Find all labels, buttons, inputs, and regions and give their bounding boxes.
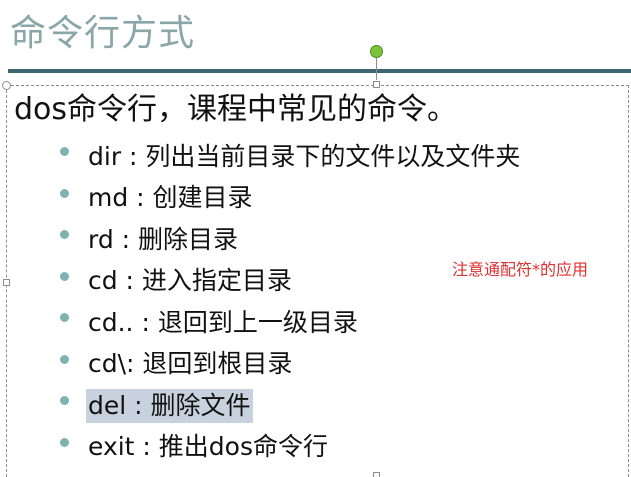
bullet-dot-icon — [60, 354, 69, 364]
list-item[interactable]: dir : 列出当前目录下的文件以及文件夹 — [60, 136, 522, 178]
slide-canvas: 命令行方式 dos命令行，课程中常见的命令。 dir : 列出当前目录下的文件以… — [0, 0, 631, 477]
bullet-text[interactable]: exit : 推出dos命令行 — [86, 430, 330, 464]
bullet-text[interactable]: cd.. : 退回到上一级目录 — [86, 306, 360, 340]
title-divider — [8, 69, 631, 73]
bullet-text[interactable]: md : 创建目录 — [86, 181, 255, 215]
list-item[interactable]: cd\: 退回到根目录 — [60, 344, 522, 386]
bullet-text[interactable]: dir : 列出当前目录下的文件以及文件夹 — [86, 140, 522, 174]
resize-handle-icon[interactable] — [2, 81, 11, 90]
list-item[interactable]: md : 创建目录 — [60, 178, 522, 220]
resize-handle-icon[interactable] — [373, 81, 380, 88]
resize-handle-icon[interactable] — [373, 472, 380, 477]
list-item[interactable]: rd : 删除目录 — [60, 219, 522, 261]
bullet-text[interactable]: rd : 删除目录 — [86, 223, 240, 257]
bullet-list: dir : 列出当前目录下的文件以及文件夹 md : 创建目录 rd : 删除目… — [60, 136, 522, 468]
bullet-text[interactable]: cd\: 退回到根目录 — [86, 347, 294, 381]
resize-handle-icon[interactable] — [3, 279, 10, 286]
list-item[interactable]: del : 删除文件 — [60, 385, 522, 427]
annotation-note[interactable]: 注意通配符*的应用 — [452, 258, 602, 282]
bullet-text[interactable]: cd : 进入指定目录 — [86, 264, 294, 298]
bullet-text-selected[interactable]: del : 删除文件 — [86, 388, 253, 423]
slide-title[interactable]: 命令行方式 — [10, 10, 195, 58]
content-heading[interactable]: dos命令行，课程中常见的命令。 — [14, 89, 457, 131]
list-item[interactable]: cd.. : 退回到上一级目录 — [60, 302, 522, 344]
list-item[interactable]: exit : 推出dos命令行 — [60, 427, 522, 469]
bullet-dot-icon — [60, 188, 69, 198]
bullet-dot-icon — [60, 396, 69, 406]
bullet-dot-icon — [60, 147, 69, 157]
bullet-dot-icon — [60, 271, 69, 281]
bullet-dot-icon — [60, 230, 69, 240]
bullet-dot-icon — [60, 437, 69, 447]
rotation-stem — [376, 56, 377, 80]
bullet-dot-icon — [60, 313, 69, 323]
rotate-handle-icon[interactable] — [370, 45, 383, 58]
